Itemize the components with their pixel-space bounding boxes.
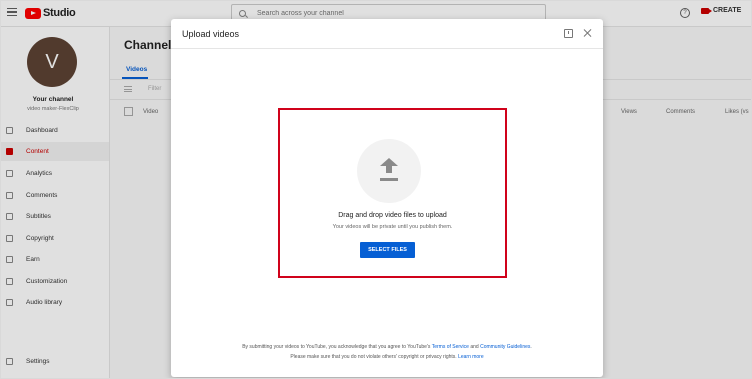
feedback-icon[interactable] [564,29,573,38]
copyright-notice: Please make sure that you do not violate… [171,354,603,360]
terms-text: By submitting your videos to YouTube, yo… [242,344,432,350]
learn-more-link[interactable]: Learn more [458,354,484,360]
drag-drop-text: Drag and drop video files to upload [338,212,447,219]
terms-of-service-link[interactable]: Terms of Service [432,344,469,350]
divider [171,48,603,49]
select-files-button[interactable]: SELECT FILES [360,242,415,258]
terms-and-text: and [468,344,481,350]
community-guidelines-link[interactable]: Community Guidelines [480,344,530,350]
upload-arrow-icon [380,158,398,182]
upload-dialog: Upload videos Drag and drop video files … [171,19,603,377]
privacy-note: Your videos will be private until you pu… [332,224,453,230]
dialog-title: Upload videos [182,29,240,39]
drop-zone[interactable]: Drag and drop video files to upload Your… [278,108,507,278]
close-icon[interactable] [583,28,592,37]
terms-notice: By submitting your videos to YouTube, yo… [171,344,603,350]
app-frame: Studio ? CREATE V Your channel video mak… [0,0,752,379]
terms-end-text: . [530,344,532,350]
copyright-text: Please make sure that you do not violate… [290,354,459,360]
upload-button[interactable] [357,139,421,203]
